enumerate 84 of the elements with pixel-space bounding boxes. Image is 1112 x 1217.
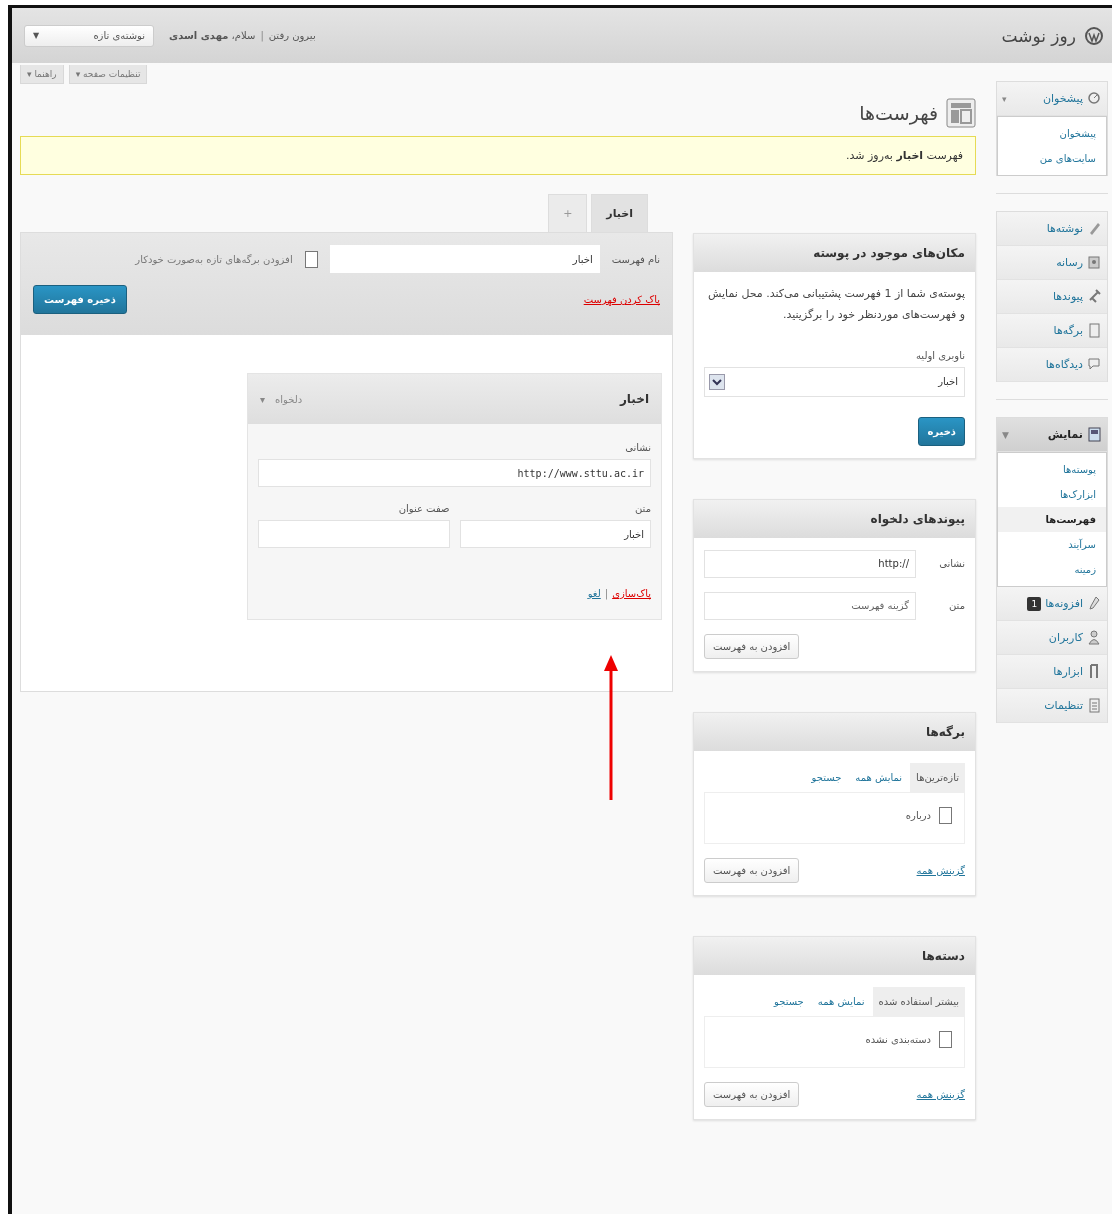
sidebar-item[interactable]: تنظیمات xyxy=(997,689,1107,723)
tab[interactable]: بیشتر استفاده شده xyxy=(872,986,965,1016)
menu-tab[interactable]: اخبار xyxy=(591,194,648,232)
url-field[interactable]: http:// xyxy=(704,549,916,578)
add-to-menu-button[interactable]: افزودن به فهرست xyxy=(704,1081,800,1107)
panel-title: پیوندهای دلخواه xyxy=(694,499,975,538)
submenu-item[interactable]: پوسته‌ها xyxy=(998,457,1106,482)
panel-title: مکان‌های موجود در پوسته xyxy=(694,234,975,272)
person-icon xyxy=(1087,629,1102,646)
select-field[interactable]: اخبار xyxy=(704,366,965,397)
sidebar-item[interactable]: رسانه xyxy=(997,246,1107,280)
checkbox[interactable] xyxy=(939,806,952,824)
camera-icon xyxy=(1087,254,1102,271)
dropdown-icon xyxy=(709,373,725,390)
option-label: دسته‌بندی نشده xyxy=(865,1033,931,1045)
layout-icon xyxy=(946,98,976,128)
option-label: درباره xyxy=(905,809,931,821)
tab[interactable]: نمایش همه xyxy=(849,762,909,792)
text-field[interactable]: گزینه فهرست xyxy=(704,591,916,620)
sidebar-item[interactable]: برگه‌ها xyxy=(997,314,1107,348)
tab[interactable]: جستجو xyxy=(768,986,810,1016)
divider-text: | xyxy=(260,30,264,41)
save-button[interactable]: ذخیره xyxy=(918,416,965,446)
field-label: نام فهرست xyxy=(611,253,660,265)
field-label: نشانی xyxy=(624,442,651,453)
panel-title: برگه‌ها xyxy=(694,712,975,751)
label-field[interactable]: اخبار xyxy=(459,520,651,548)
remove-link[interactable]: پاک‌سازی xyxy=(612,588,651,599)
screen-options-tab[interactable]: تنظیمات صفحه ▾ xyxy=(68,65,148,84)
page-title: فهرست‌ها xyxy=(859,102,938,124)
select-all-link[interactable]: گزینش همه xyxy=(916,1088,965,1100)
field-label: متن xyxy=(634,503,651,514)
new-post-dropdown[interactable]: نوشته‌ی تازه ▼ xyxy=(24,24,154,47)
field-label: ناوبری اولیه xyxy=(915,349,965,361)
sidebar-item[interactable]: پیشخوان ▾ xyxy=(997,82,1107,116)
panel-title: دسته‌ها xyxy=(694,936,975,975)
menu-item-title: اخبار xyxy=(619,392,649,406)
save-menu-button[interactable]: ذخیره فهرست xyxy=(33,285,127,314)
notice-message: فهرست اخبار به‌روز شد. xyxy=(20,136,976,175)
checkbox[interactable] xyxy=(304,250,318,268)
sidebar-item[interactable]: نوشته‌ها xyxy=(997,212,1107,246)
submenu-item[interactable]: سرآیند xyxy=(998,532,1106,557)
submenu-item[interactable]: زمینه xyxy=(998,557,1106,582)
submenu-item[interactable]: فهرست‌ها xyxy=(998,507,1106,532)
sidebar-item[interactable]: دیدگاه‌ها xyxy=(997,348,1107,382)
field-label: صفت عنوان xyxy=(397,503,450,514)
submenu-item[interactable]: سایت‌های من xyxy=(998,146,1106,171)
title-attribute-field[interactable] xyxy=(258,520,450,548)
divider-text: | xyxy=(604,588,609,599)
add-to-menu-button[interactable]: افزودن به فهرست xyxy=(704,633,800,659)
pencil-icon xyxy=(1087,595,1102,612)
tab[interactable]: جستجو xyxy=(805,762,848,792)
document-icon xyxy=(1087,697,1102,714)
tab[interactable]: نمایش همه xyxy=(811,986,871,1016)
screen-options-tab[interactable]: راهنما ▾ xyxy=(20,65,64,84)
logout-link[interactable]: بیرون رفتن xyxy=(268,30,316,41)
dashboard-icon xyxy=(1087,90,1102,107)
tab[interactable]: تازه‌ترین‌ها xyxy=(910,762,965,792)
cancel-link[interactable]: لغو xyxy=(587,588,601,599)
toggle-arrow[interactable]: ▾ xyxy=(260,393,266,405)
sidebar-item[interactable]: کاربران xyxy=(997,621,1107,655)
delete-menu-link[interactable]: پاک کردن فهرست xyxy=(583,294,660,305)
count-badge: 1 xyxy=(1027,596,1042,611)
sidebar-item[interactable]: ابزارها xyxy=(997,655,1107,689)
field-label: متن xyxy=(948,600,965,612)
site-name[interactable]: روز نوشت xyxy=(1001,25,1076,46)
select-all-link[interactable]: گزینش همه xyxy=(916,864,965,876)
submenu-item[interactable]: پیشخوان xyxy=(998,121,1106,146)
greeting-text: سلام، مهدی اسدی xyxy=(169,30,256,41)
logo-icon xyxy=(1084,25,1104,46)
menu-item-header[interactable]: اخبار دلخواه ▾ xyxy=(248,374,661,424)
item-type-label: دلخواه xyxy=(275,393,303,405)
window-icon xyxy=(1087,426,1102,443)
submenu-item[interactable]: ابزارک‌ها xyxy=(998,482,1106,507)
url-field[interactable]: http://www.sttu.ac.ir xyxy=(258,459,651,487)
sidebar-item[interactable]: نمایش ▼ xyxy=(997,418,1107,452)
add-to-menu-button[interactable]: افزودن به فهرست xyxy=(704,857,800,883)
sidebar-item[interactable]: پیوندها xyxy=(997,280,1107,314)
field-label: نشانی xyxy=(938,558,965,570)
menu-name-field[interactable]: اخبار xyxy=(329,245,600,273)
page-icon xyxy=(1087,322,1102,339)
description-text: پوسته‌ی شما از 1 فهرست پشتیبانی می‌کند. محل نمایش و فهرست‌های موردنظر خود را برگزینید. xyxy=(707,286,965,323)
checkbox[interactable] xyxy=(939,1030,952,1048)
checkbox-label: افزودن برگه‌های تازه به‌صورت خودکار xyxy=(135,253,293,265)
